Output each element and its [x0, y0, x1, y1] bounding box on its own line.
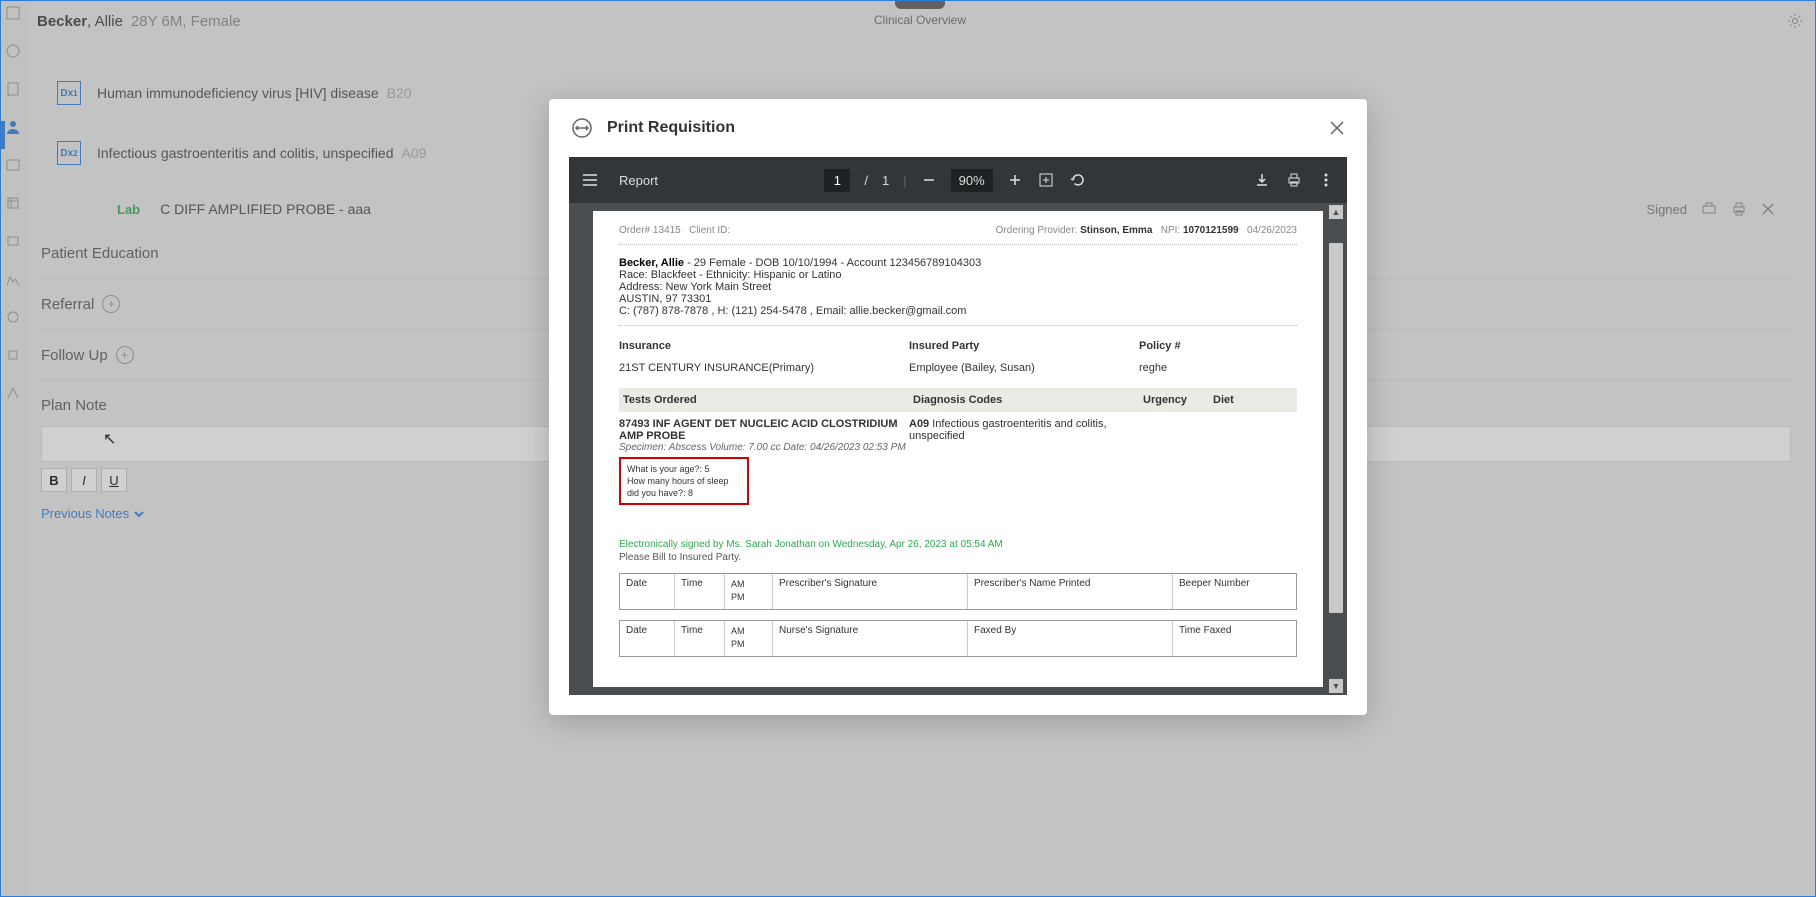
- more-icon[interactable]: [1317, 171, 1335, 189]
- pdf-page-area: ▲ ▼ Order# 13415 Client ID: Ordering Pro…: [569, 203, 1347, 695]
- modal-close-button[interactable]: [1329, 120, 1345, 136]
- doc-patient-name: Becker, Allie: [619, 257, 684, 269]
- print-icon[interactable]: [1285, 171, 1303, 189]
- scroll-down-button[interactable]: ▼: [1329, 679, 1343, 693]
- zoom-out-button[interactable]: [921, 172, 937, 188]
- rotate-icon[interactable]: [1069, 171, 1087, 189]
- qa-answers-box: What is your age?: 5 How many hours of s…: [619, 457, 749, 505]
- download-icon[interactable]: [1253, 171, 1271, 189]
- page-separator: /: [864, 173, 868, 188]
- pdf-viewer: Report / 1 | 90% ▲ ▼ Order# 13415: [569, 157, 1347, 695]
- pdf-toolbar: Report / 1 | 90%: [569, 157, 1347, 203]
- esignature-line: Electronically signed by Ms. Sarah Jonat…: [619, 539, 1297, 550]
- fit-page-icon[interactable]: [1037, 171, 1055, 189]
- scrollbar-thumb[interactable]: [1329, 243, 1343, 613]
- scroll-up-button[interactable]: ▲: [1329, 205, 1343, 219]
- print-requisition-modal: Print Requisition Report / 1 | 90% ▲: [549, 99, 1367, 715]
- pdf-title: Report: [619, 173, 658, 188]
- menu-icon[interactable]: [581, 171, 599, 189]
- nurse-signature-table: Date Time AMPM Nurse's Signature Faxed B…: [619, 620, 1297, 657]
- zoom-level[interactable]: 90%: [951, 169, 993, 192]
- page-number-input[interactable]: [824, 169, 850, 192]
- zoom-in-button[interactable]: [1007, 172, 1023, 188]
- swap-icon[interactable]: [571, 117, 593, 139]
- requisition-document: Order# 13415 Client ID: Ordering Provide…: [593, 211, 1323, 687]
- modal-title: Print Requisition: [607, 119, 735, 137]
- modal-header: Print Requisition: [549, 99, 1367, 157]
- prescriber-signature-table: Date Time AMPM Prescriber's Signature Pr…: [619, 573, 1297, 610]
- page-total: 1: [882, 173, 889, 188]
